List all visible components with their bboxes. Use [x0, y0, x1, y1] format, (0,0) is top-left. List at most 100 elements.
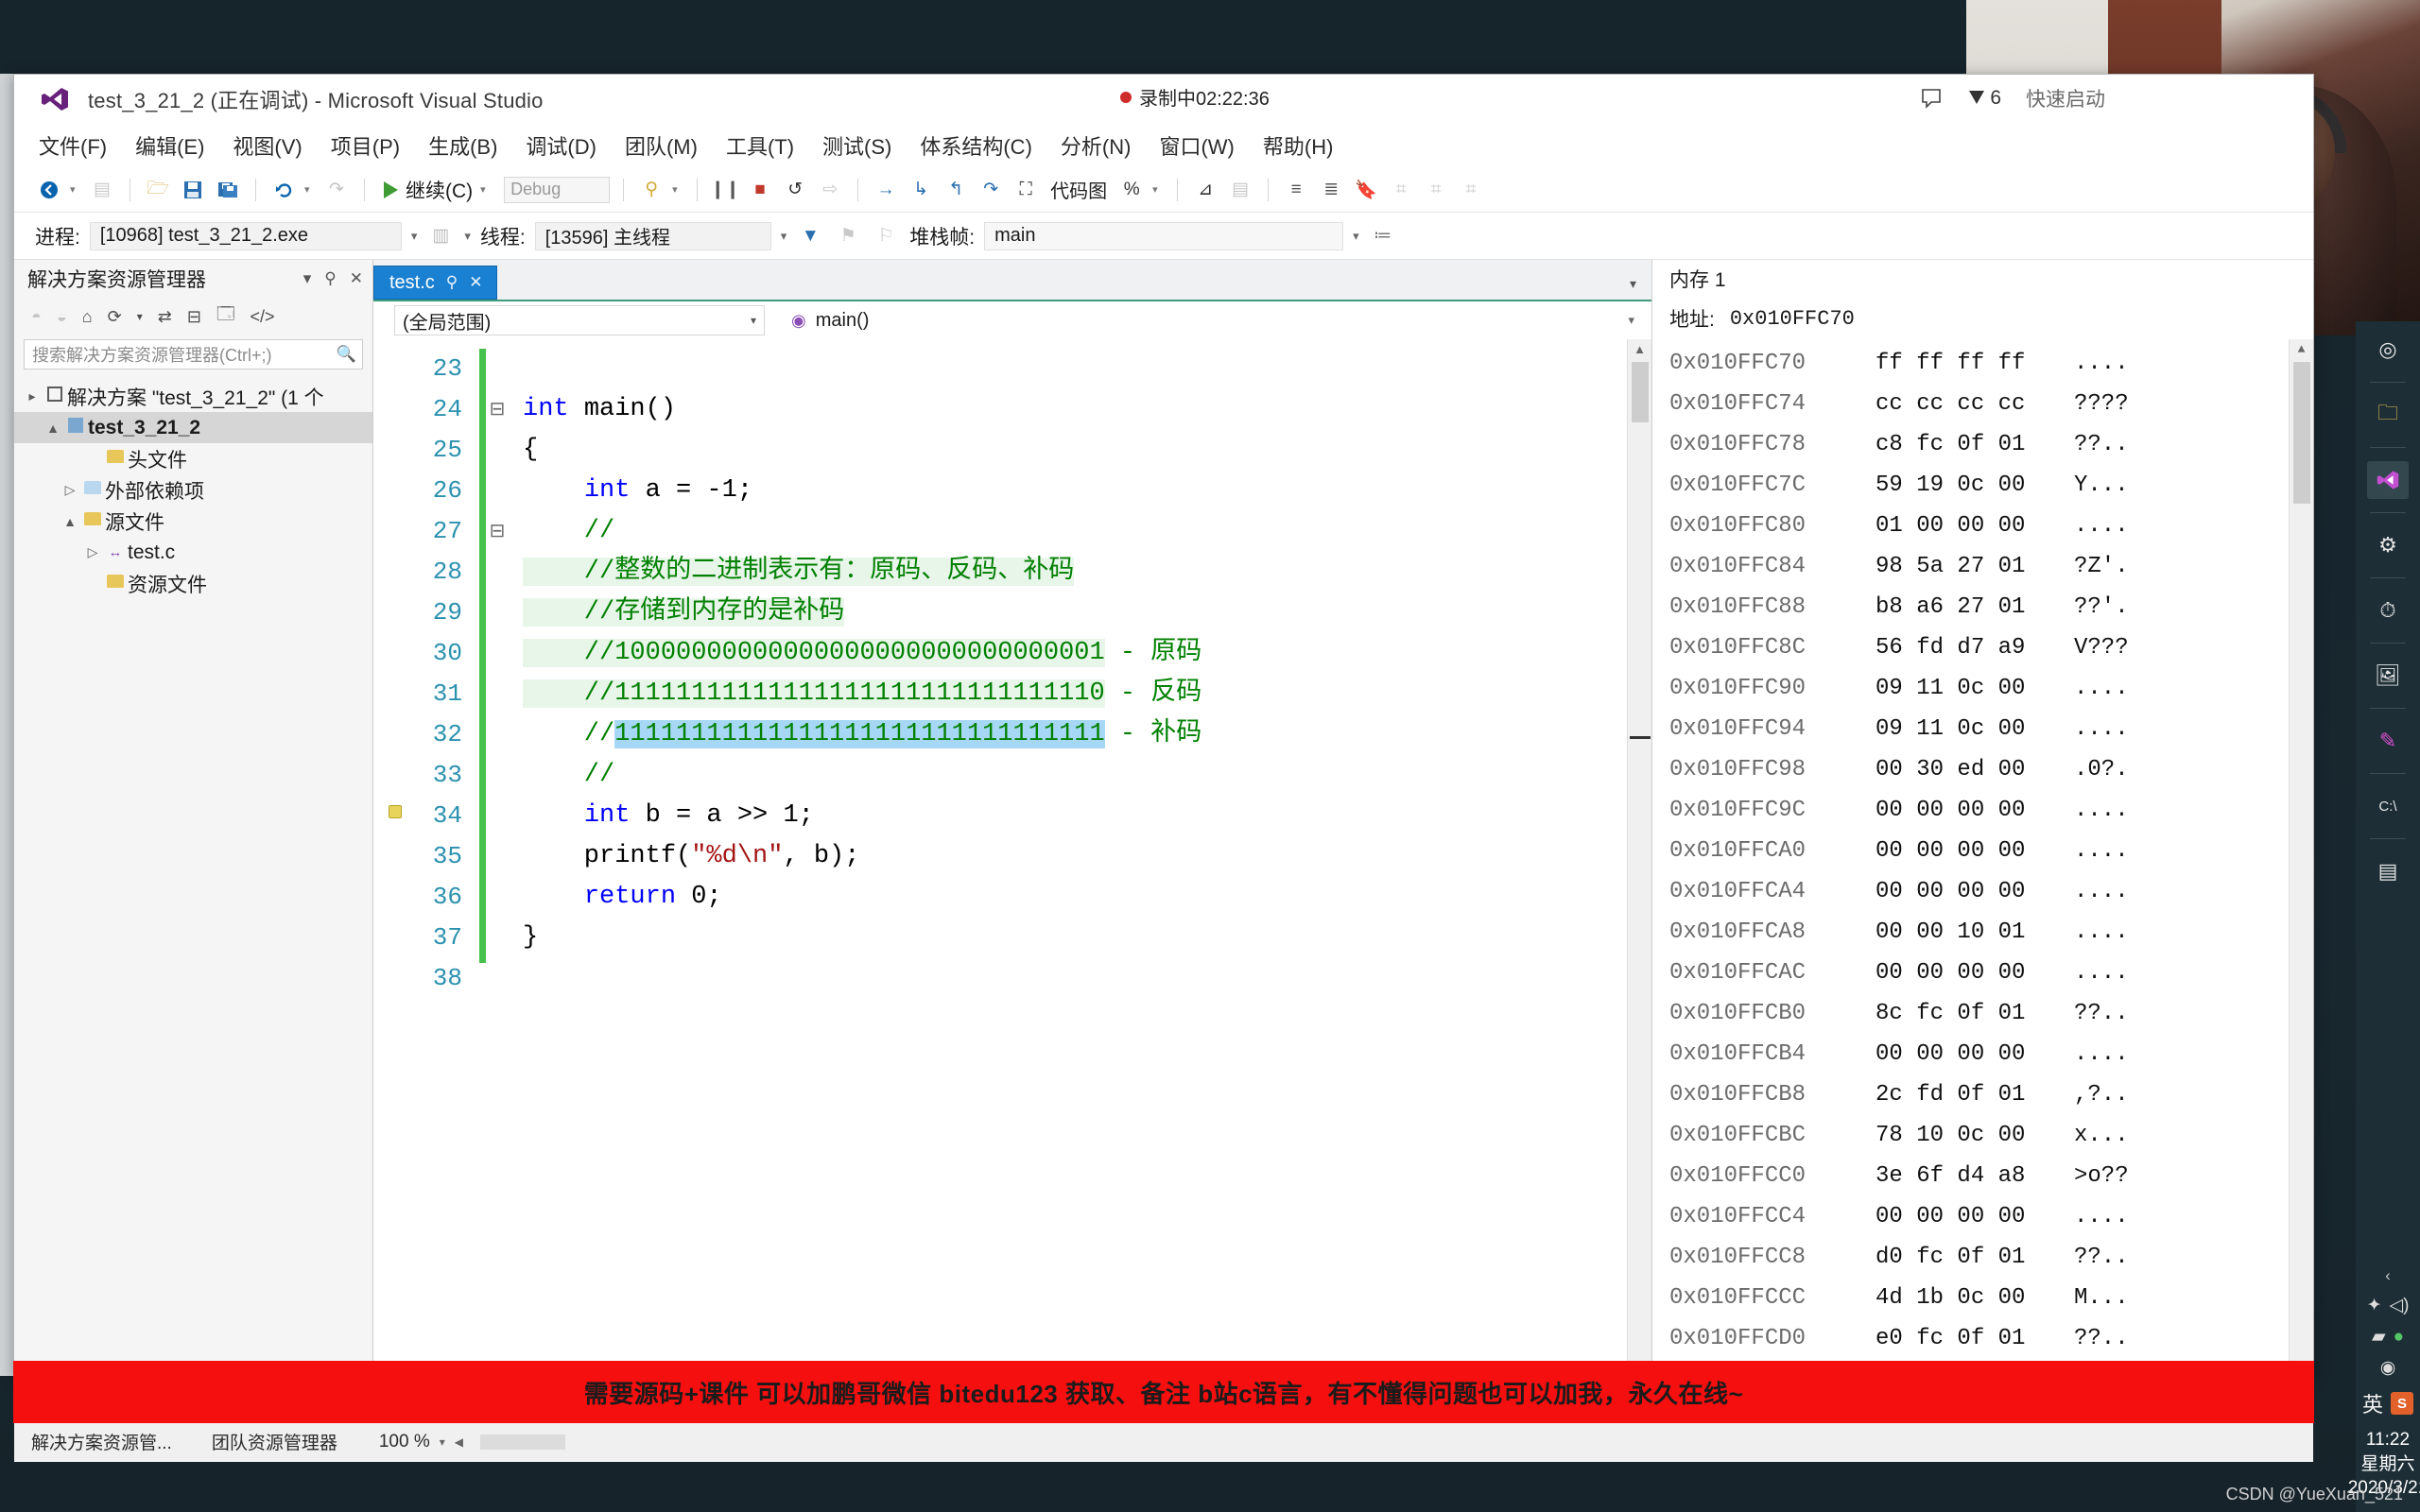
search-icon[interactable]: 🔍 — [337, 345, 356, 364]
twisty-icon[interactable]: ▷ — [82, 544, 103, 560]
back-navigate-icon[interactable] — [35, 176, 63, 204]
tree-item-project[interactable]: ▲ test_3_21_2 — [14, 412, 372, 443]
code-line[interactable] — [510, 349, 1651, 389]
member-dropdown[interactable]: ◉ main() — [791, 310, 869, 332]
threads-caret-icon[interactable]: ▾ — [464, 229, 471, 244]
back-dropdown-caret-icon[interactable]: ▾ — [70, 183, 81, 196]
flag-icon[interactable]: ⚑ — [834, 222, 862, 250]
fold-marker[interactable] — [485, 836, 510, 877]
edge-browser-icon[interactable]: ◎ — [2367, 331, 2409, 369]
pin-icon[interactable]: ⚲ — [324, 269, 336, 288]
memory-row[interactable]: 0x010FFC7C 59 19 0c 00 Y... — [1669, 465, 2313, 506]
fold-marker[interactable] — [485, 552, 510, 593]
sogou-input-icon[interactable]: S — [2391, 1392, 2413, 1416]
twisty-icon[interactable]: ▲ — [43, 421, 63, 436]
fold-marker[interactable] — [485, 593, 510, 633]
fold-marker[interactable] — [485, 796, 510, 836]
continue-dropdown-caret-icon[interactable]: ▾ — [480, 183, 492, 196]
memory-row[interactable]: 0x010FFCB4 00 00 00 00.... — [1669, 1034, 2313, 1074]
chevron-down-icon[interactable]: ▾ — [751, 314, 756, 327]
memory-row[interactable]: 0x010FFC90 09 11 0c 00.... — [1669, 668, 2313, 709]
attach-process-icon[interactable]: ⚲ — [637, 176, 666, 204]
restart-icon[interactable]: ↺ — [781, 176, 809, 204]
memory-row[interactable]: 0x010FFCCC 4d 1b 0c 00 M... — [1669, 1278, 2313, 1318]
close-icon[interactable]: ✕ — [469, 273, 482, 292]
memory-row[interactable]: 0x010FFC8C 56 fd d7 a9 V??? — [1669, 627, 2313, 668]
notepad-icon[interactable]: ▤ — [2367, 852, 2409, 890]
status-hscroll[interactable] — [480, 1434, 565, 1450]
menu-item-debug[interactable]: 调试(D) — [526, 130, 596, 161]
codemap-icon[interactable]: ⛶ — [1011, 176, 1040, 204]
photos-icon[interactable]: 🖼 — [2367, 657, 2409, 695]
code-line[interactable]: int a = -1; — [510, 471, 1651, 511]
chevron-left-icon[interactable]: ‹ — [2385, 1266, 2391, 1285]
memory-row[interactable]: 0x010FFC78 c8 fc 0f 01??.. — [1669, 424, 2313, 465]
properties-icon[interactable]: 🗔 — [216, 302, 235, 331]
pin-icon[interactable]: ⚲ — [446, 273, 458, 292]
scope-dropdown[interactable]: (全局范围) ▾ — [394, 305, 765, 335]
menu-item-help[interactable]: 帮助(H) — [1263, 130, 1334, 161]
back-icon[interactable]: ◓ — [31, 307, 42, 327]
menu-item-view[interactable]: 视图(V) — [233, 130, 302, 161]
thread-combo[interactable]: [13596] 主线程 — [534, 221, 771, 250]
twisty-icon[interactable]: ▸ — [22, 388, 43, 404]
menu-item-analyze[interactable]: 分析(N) — [1061, 130, 1132, 161]
format-icon[interactable]: ≣ — [1317, 176, 1345, 204]
code-text[interactable]: int main() { int a = -1; // //整数的二进制表示有：原… — [510, 339, 1651, 1398]
refresh-icon[interactable]: ⟳ — [108, 307, 122, 327]
code-line[interactable]: printf("%d\n", b); — [510, 836, 1651, 877]
code-line[interactable] — [510, 958, 1651, 999]
tab-overflow-caret-icon[interactable]: ▾ — [1630, 276, 1636, 292]
memory-row[interactable]: 0x010FFC94 09 11 0c 00.... — [1669, 709, 2313, 749]
memory-row[interactable]: 0x010FFCAC 00 00 00 00.... — [1669, 953, 2313, 993]
memory-row[interactable]: 0x010FFC98 00 30 ed 00 .0?. — [1669, 749, 2313, 790]
file-explorer-icon[interactable]: 🗀 — [2367, 396, 2409, 434]
stop-icon[interactable]: ■ — [746, 176, 774, 204]
memory-row[interactable]: 0x010FFCD0 e0 fc 0f 01??.. — [1669, 1318, 2313, 1359]
menu-item-team[interactable]: 团队(M) — [625, 130, 698, 161]
bookmark-icon[interactable]: 🔖 — [1352, 176, 1380, 204]
ime-indicator[interactable]: 英 — [2362, 1388, 2383, 1418]
tab-test-c[interactable]: test.c ⚲ ✕ — [373, 266, 497, 300]
menu-item-tools[interactable]: 工具(T) — [726, 130, 794, 161]
scrollbar-thumb[interactable] — [2293, 362, 2310, 504]
fold-margin[interactable]: ⊟ ⊟ — [485, 339, 510, 1398]
memory-row[interactable]: 0x010FFCA0 00 00 00 00.... — [1669, 831, 2313, 871]
percent-dropdown-caret-icon[interactable]: ▾ — [1152, 183, 1164, 196]
memory-row[interactable]: 0x010FFCB0 8c fc 0f 01??.. — [1669, 993, 2313, 1034]
memory-row[interactable]: 0x010FFC70 ff ff ff ff.... — [1669, 343, 2313, 384]
memory-vertical-scrollbar[interactable]: ▲ ▼ — [2289, 339, 2313, 1420]
extra-icon-2[interactable]: ⌗ — [1422, 176, 1450, 204]
extra-icon-1[interactable]: ⌗ — [1387, 176, 1415, 204]
fold-marker[interactable]: ⊟ — [485, 511, 510, 552]
fold-marker[interactable] — [485, 755, 510, 796]
home-icon[interactable]: ⌂ — [82, 307, 93, 327]
tree-item-external-deps[interactable]: ▷ 外部依赖项 — [14, 474, 372, 506]
feedback-icon[interactable] — [1920, 87, 1943, 110]
paint-icon[interactable]: ✎ — [2367, 722, 2409, 760]
step-continue-icon[interactable]: ↷ — [977, 176, 1005, 204]
fold-marker[interactable] — [485, 714, 510, 755]
code-line[interactable]: //10000000000000000000000000000001 - 原码 — [510, 633, 1651, 674]
battery-icon[interactable]: ● — [2394, 1327, 2404, 1348]
volume-icon[interactable]: ◁) — [2389, 1295, 2409, 1316]
show-all-files-icon[interactable]: </> — [250, 307, 274, 327]
shield-icon[interactable]: ◉ — [2380, 1357, 2396, 1379]
code-editor[interactable]: 23 24 25 26 27 28 29 30 31 32 33 34 35 3… — [373, 339, 1651, 1398]
suspend-threads-icon[interactable]: ▥ — [426, 222, 455, 250]
show-next-statement-icon[interactable]: ⇨ — [816, 176, 844, 204]
settings-gear-icon[interactable]: ⚙ — [2367, 526, 2409, 564]
tree-item-resource-files[interactable]: 资源文件 — [14, 568, 372, 599]
memory-row[interactable]: 0x010FFCB8 2c fd 0f 01,?.. — [1669, 1074, 2313, 1115]
memory-row[interactable]: 0x010FFC88 b8 a6 27 01 ??'. — [1669, 587, 2313, 627]
memory-row[interactable]: 0x010FFCC4 00 00 00 00.... — [1669, 1196, 2313, 1237]
open-file-icon[interactable]: 🗁 — [144, 176, 172, 204]
process-combo[interactable]: [10968] test_3_21_2.exe — [89, 221, 402, 250]
undo-icon[interactable] — [269, 176, 298, 204]
memory-row[interactable]: 0x010FFC80 01 00 00 00.... — [1669, 506, 2313, 546]
memory-row[interactable]: 0x010FFC84 98 5a 27 01 ?Z'. — [1669, 546, 2313, 587]
menu-item-architecture[interactable]: 体系结构(C) — [920, 130, 1032, 161]
fold-marker[interactable] — [485, 918, 510, 958]
zoom-caret-icon[interactable]: ▾ — [440, 1435, 445, 1449]
code-line[interactable]: int b = a >> 1; — [510, 796, 1651, 836]
